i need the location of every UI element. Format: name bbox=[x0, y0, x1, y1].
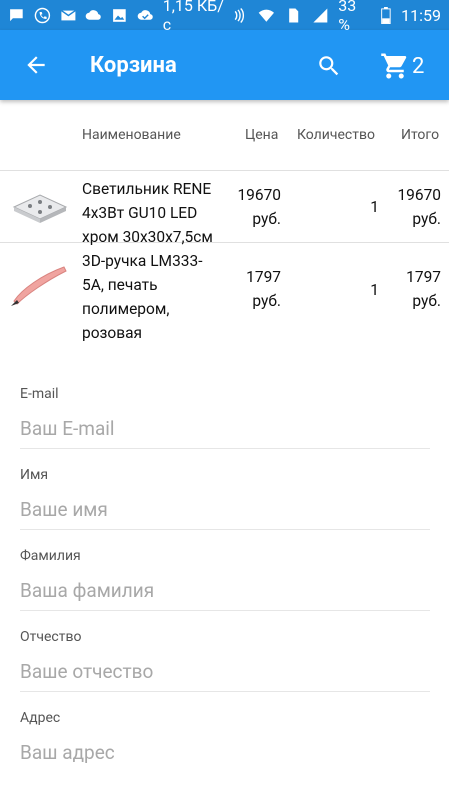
battery-icon bbox=[381, 6, 391, 24]
search-button[interactable] bbox=[306, 43, 352, 89]
sim-icon bbox=[288, 8, 299, 22]
back-button[interactable] bbox=[0, 30, 72, 100]
address-field-group: Адрес bbox=[20, 704, 430, 785]
cart-button[interactable]: 2 bbox=[380, 43, 424, 89]
header-quantity: Количество bbox=[297, 127, 375, 143]
header-name: Наименование bbox=[82, 127, 181, 143]
app-bar: Корзина 2 bbox=[0, 30, 449, 100]
address-field[interactable] bbox=[20, 732, 430, 772]
patronymic-field[interactable] bbox=[20, 651, 430, 692]
chat-icon bbox=[10, 8, 23, 21]
patronymic-label: Отчество bbox=[20, 629, 82, 645]
product-name: Светильник RENE 4x3Вт GU10 LED хром 30x3… bbox=[82, 180, 213, 246]
cloud-upload-icon bbox=[86, 9, 102, 20]
last-name-field[interactable] bbox=[20, 570, 430, 611]
patronymic-field-group: Отчество bbox=[20, 623, 430, 704]
product-price: 1797 руб. bbox=[246, 268, 281, 310]
product-image-lamp bbox=[8, 179, 70, 229]
status-bar-notifications: 1,15 КБ/с bbox=[8, 0, 231, 34]
email-label: E-mail bbox=[20, 386, 59, 402]
product-name: 3D-ручка LM333- 5A, печать полимером, ро… bbox=[82, 252, 203, 342]
phone-call-icon bbox=[34, 7, 50, 23]
last-name-label: Фамилия bbox=[20, 548, 81, 564]
product-total: 1797 руб. bbox=[406, 268, 441, 310]
table-header: Наименование Цена Количество Итого bbox=[0, 100, 449, 171]
product-quantity: 1 bbox=[370, 281, 379, 299]
network-speed: 1,15 КБ/с bbox=[162, 0, 224, 34]
image-icon bbox=[113, 8, 126, 22]
last-name-field-group: Фамилия bbox=[20, 542, 430, 623]
product-total: 19670 руб. bbox=[397, 186, 441, 228]
table-row[interactable]: Светильник RENE 4x3Вт GU10 LED хром 30x3… bbox=[0, 171, 449, 246]
cellular-signal-icon bbox=[312, 8, 327, 22]
page-title: Корзина bbox=[90, 52, 177, 78]
address-label: Адрес bbox=[20, 710, 61, 726]
search-icon bbox=[319, 56, 339, 76]
nfc-icon bbox=[235, 7, 245, 23]
product-quantity: 1 bbox=[370, 198, 379, 216]
first-name-field[interactable] bbox=[20, 489, 430, 530]
battery-level: 33 % bbox=[338, 0, 357, 34]
email-field-group: E-mail bbox=[20, 380, 430, 461]
product-image-3d-pen bbox=[8, 259, 70, 309]
checkout-form: E-mail Имя Фамилия Отчество Адрес bbox=[20, 380, 430, 785]
arrow-left-icon bbox=[27, 56, 45, 74]
table-row[interactable]: 3D-ручка LM333- 5A, печать полимером, ро… bbox=[0, 243, 449, 342]
cart-table: Наименование Цена Количество Итого Свети… bbox=[0, 100, 449, 342]
first-name-field-group: Имя bbox=[20, 461, 430, 542]
status-bar-system: 33 % 11:59 bbox=[231, 0, 441, 34]
cloud-done-icon bbox=[137, 9, 153, 20]
cart-count-badge: 2 bbox=[412, 53, 425, 79]
product-price: 19670 руб. bbox=[237, 186, 281, 228]
header-total: Итого bbox=[401, 127, 440, 143]
wifi-icon bbox=[258, 9, 275, 22]
header-price: Цена bbox=[245, 127, 279, 143]
first-name-label: Имя bbox=[20, 467, 49, 483]
email-icon bbox=[60, 9, 76, 20]
clock: 11:59 bbox=[401, 5, 441, 25]
status-bar: 1,15 КБ/с 33 % 11:59 bbox=[0, 0, 449, 34]
shopping-cart-icon bbox=[381, 53, 407, 79]
email-field[interactable] bbox=[20, 408, 430, 449]
